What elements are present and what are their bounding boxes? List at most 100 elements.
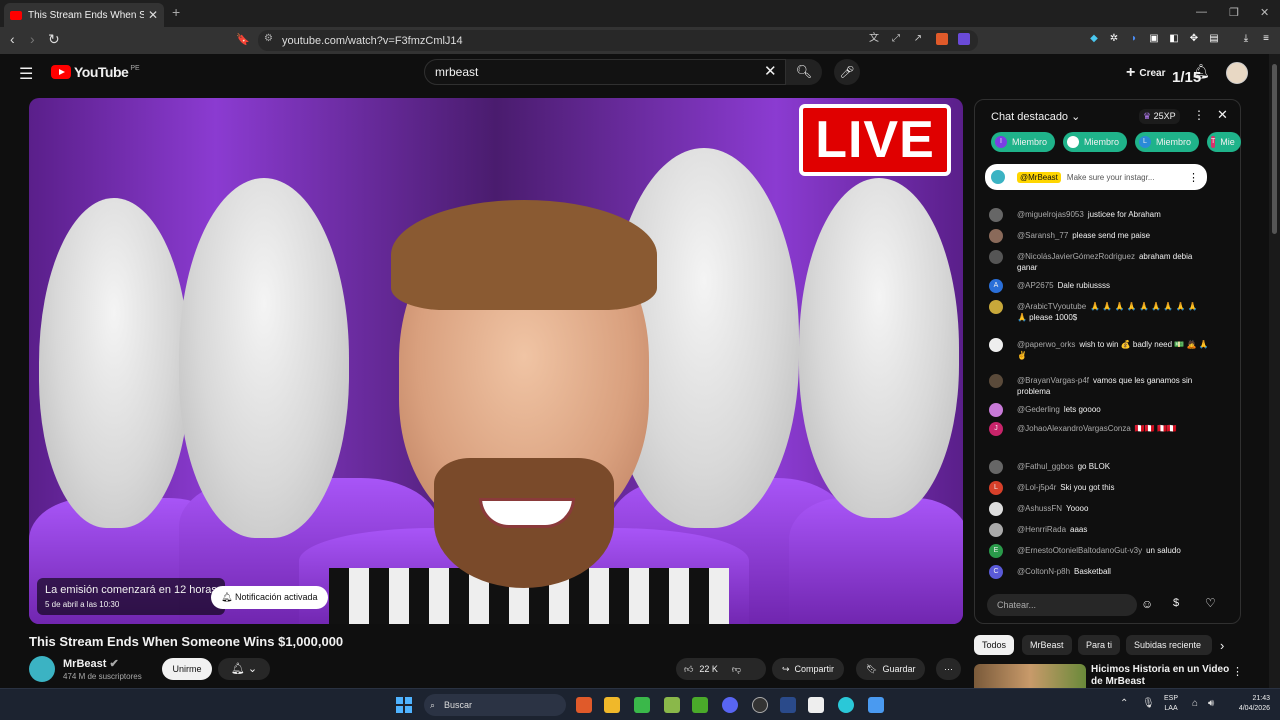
youtube-logo[interactable]: YouTube PE — [51, 64, 140, 80]
app-icon[interactable] — [780, 697, 796, 713]
chat-author[interactable]: @BrayanVargas-p4f — [1017, 376, 1089, 385]
site-info-icon[interactable]: ⚙ — [264, 33, 273, 44]
file-explorer-icon[interactable] — [604, 697, 620, 713]
bookmark-icon[interactable]: 🔖 — [236, 33, 250, 46]
reader-icon[interactable]: ⤢ — [890, 33, 902, 45]
chevron-right-icon[interactable]: › — [1220, 638, 1224, 653]
search-clear-icon[interactable]: ✕ — [764, 62, 777, 80]
extension-icon[interactable]: ◗ — [1128, 33, 1140, 45]
rewards-icon[interactable] — [958, 33, 970, 45]
chat-more-icon[interactable]: ⋮ — [1193, 108, 1205, 122]
filter-chip-para-ti[interactable]: Para ti — [1078, 635, 1121, 655]
subscription-bell-button[interactable]: 🔔︎ ⌄ — [218, 658, 270, 680]
translate-icon[interactable]: 文 — [868, 33, 880, 45]
chat-author[interactable]: @paperwo_orks — [1017, 340, 1075, 349]
search-button[interactable]: 🔍︎ — [786, 59, 822, 85]
member-chip[interactable]: Miembro — [1063, 132, 1128, 152]
language-indicator[interactable]: ESP LAA — [1164, 694, 1178, 714]
brave-shield-icon[interactable] — [936, 33, 948, 45]
join-button[interactable]: Unirme — [162, 658, 212, 680]
notifications-bell-icon[interactable]: 🔔︎ — [1192, 63, 1210, 80]
video-player[interactable]: LIVE La emisión comenzará en 12 horas 5 … — [29, 98, 963, 624]
reload-icon[interactable]: ↻ — [48, 31, 60, 48]
extensions-puzzle-icon[interactable]: ✥ — [1188, 33, 1200, 45]
xp-badge[interactable]: ♛ 25XP — [1139, 109, 1180, 124]
more-actions-button[interactable]: ⋯ — [936, 658, 961, 680]
chat-input[interactable]: Chatear... — [987, 594, 1137, 616]
discord-icon[interactable] — [722, 697, 738, 713]
channel-avatar[interactable] — [29, 656, 55, 682]
chat-author[interactable]: @NicolásJavierGómezRodriguez — [1017, 252, 1135, 261]
super-chat-icon[interactable]: $ — [1173, 597, 1179, 609]
back-icon[interactable]: ‹ — [10, 31, 15, 47]
taskbar-search[interactable]: ⌕ Buscar — [424, 694, 566, 716]
sidebar-icon[interactable]: ▤ — [1208, 33, 1220, 45]
extension-icon[interactable]: ◆ — [1088, 33, 1100, 45]
member-chip[interactable]: I Miembro — [991, 132, 1056, 152]
scrollbar-thumb[interactable] — [1272, 64, 1277, 234]
app-icon[interactable] — [664, 697, 680, 713]
chat-author[interactable]: @ColtonN-p8h — [1017, 567, 1070, 576]
extension-icon[interactable]: ◧ — [1168, 33, 1180, 45]
like-button[interactable]: 👍︎ 22 K 👎︎ — [676, 658, 766, 680]
share-page-icon[interactable]: ↗ — [912, 33, 924, 45]
network-icon[interactable]: ⌂ — [1192, 698, 1198, 709]
notification-button[interactable]: 🔔︎ Notificación activada — [211, 586, 328, 609]
app-icon[interactable] — [868, 697, 884, 713]
system-clock[interactable]: 21:43 4/04/2026 — [1224, 694, 1270, 714]
voice-search-icon[interactable]: 🎤︎ — [834, 59, 860, 85]
channel-name[interactable]: MrBeast ✔ — [63, 657, 119, 670]
member-chip[interactable]: L Miembro — [1135, 132, 1200, 152]
chat-mode-selector[interactable]: Chat destacado ⌄ — [991, 110, 1080, 123]
save-button[interactable]: 🔖︎ Guardar — [856, 658, 926, 680]
app-icon[interactable] — [752, 697, 768, 713]
chat-author[interactable]: @AP2675 — [1017, 281, 1054, 290]
volume-icon[interactable]: 🔊︎ — [1208, 698, 1214, 709]
chat-author[interactable]: @miguelrojas9053 — [1017, 210, 1084, 219]
download-icon[interactable]: ⤓ — [1240, 33, 1252, 45]
page-scrollbar[interactable] — [1269, 54, 1280, 688]
chat-author[interactable]: @Gederling — [1017, 405, 1060, 414]
chat-author[interactable]: @Saransh_77 — [1017, 231, 1068, 240]
member-chip[interactable]: T Mie — [1207, 132, 1241, 152]
tab-close-icon[interactable]: ✕ — [148, 8, 158, 22]
forward-icon[interactable]: › — [30, 31, 35, 47]
brave-app-icon[interactable] — [576, 697, 592, 713]
chat-author[interactable]: @ArabicTVyoutube — [1017, 302, 1086, 311]
filter-chip-subidas[interactable]: Subidas reciente — [1126, 635, 1212, 655]
maximize-icon[interactable]: ❐ — [1229, 6, 1239, 19]
recommended-more-icon[interactable]: ⋮ — [1232, 665, 1243, 678]
chat-close-icon[interactable]: ✕ — [1217, 107, 1228, 123]
create-button[interactable]: + Crear — [1126, 64, 1165, 82]
share-button[interactable]: ↪ Compartir — [772, 658, 845, 680]
app-icon[interactable] — [808, 697, 824, 713]
filter-chip-mrbeast[interactable]: MrBeast — [1022, 635, 1072, 655]
new-tab-button[interactable]: + — [172, 4, 180, 20]
minimize-icon[interactable]: — — [1196, 6, 1207, 18]
tray-chevron-icon[interactable]: ⌃ — [1120, 698, 1128, 709]
avatar[interactable] — [1226, 62, 1248, 84]
chat-author[interactable]: @Lol-j5p4r — [1017, 483, 1056, 492]
chat-author[interactable]: @HenrriRada — [1017, 525, 1066, 534]
dislike-icon[interactable]: 👎︎ — [732, 664, 741, 675]
pinned-more-icon[interactable]: ⋮ — [1188, 171, 1199, 184]
chat-author[interactable]: @ErnestoOtonielBaltodanoGut-v3y — [1017, 546, 1142, 555]
emoji-icon[interactable]: ☺ — [1141, 597, 1153, 611]
app-icon[interactable] — [634, 697, 650, 713]
microphone-icon[interactable]: 🎙︎ — [1142, 698, 1155, 709]
app-icon[interactable] — [838, 697, 854, 713]
recommended-thumbnail[interactable] — [974, 664, 1086, 688]
browser-menu-icon[interactable]: ≡ — [1260, 33, 1272, 45]
hamburger-menu-icon[interactable]: ☰ — [19, 64, 33, 84]
search-input[interactable]: mrbeast — [424, 59, 786, 85]
window-close-icon[interactable]: ✕ — [1260, 6, 1269, 19]
chat-author[interactable]: @Fathul_ggbos — [1017, 462, 1074, 471]
app-icon[interactable] — [692, 697, 708, 713]
heart-icon[interactable]: ♡ — [1205, 596, 1216, 610]
chat-author[interactable]: @AshussFN — [1017, 504, 1062, 513]
filter-chip-todos[interactable]: Todos — [974, 635, 1015, 655]
pinned-message[interactable]: @MrBeast Make sure your instagr... ⋮ — [985, 164, 1207, 190]
recommended-title[interactable]: Hicimos Historia en un Video de MrBeast — [1091, 664, 1231, 688]
extension-icon[interactable]: ✲ — [1108, 33, 1120, 45]
chat-author[interactable]: @JohaoAlexandroVargasConza — [1017, 424, 1131, 433]
